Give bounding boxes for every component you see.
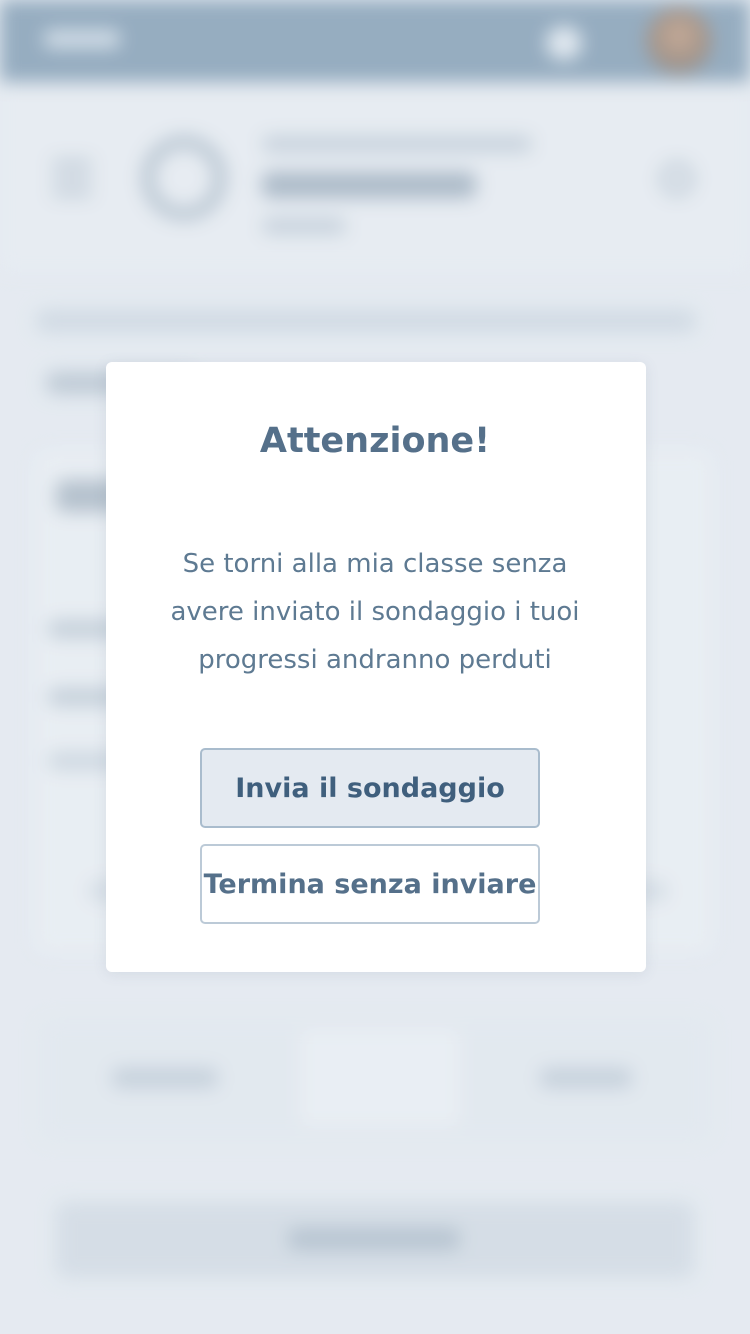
screen: Attenzione! Se torni alla mia classe sen… (0, 0, 750, 1334)
dialog-message-line: Se torni alla mia classe senza (182, 549, 568, 579)
dialog-title: Attenzione! (259, 421, 491, 461)
exit-without-sending-button[interactable]: Termina senza inviare (200, 844, 540, 924)
dialog-message-line: avere inviato il sondaggio i tuoi (170, 597, 580, 627)
dialog-message: Se torni alla mia classe senza avere inv… (150, 540, 600, 684)
send-survey-button[interactable]: Invia il sondaggio (200, 748, 540, 828)
dialog-message-line: progressi andranno perduti (198, 645, 552, 675)
